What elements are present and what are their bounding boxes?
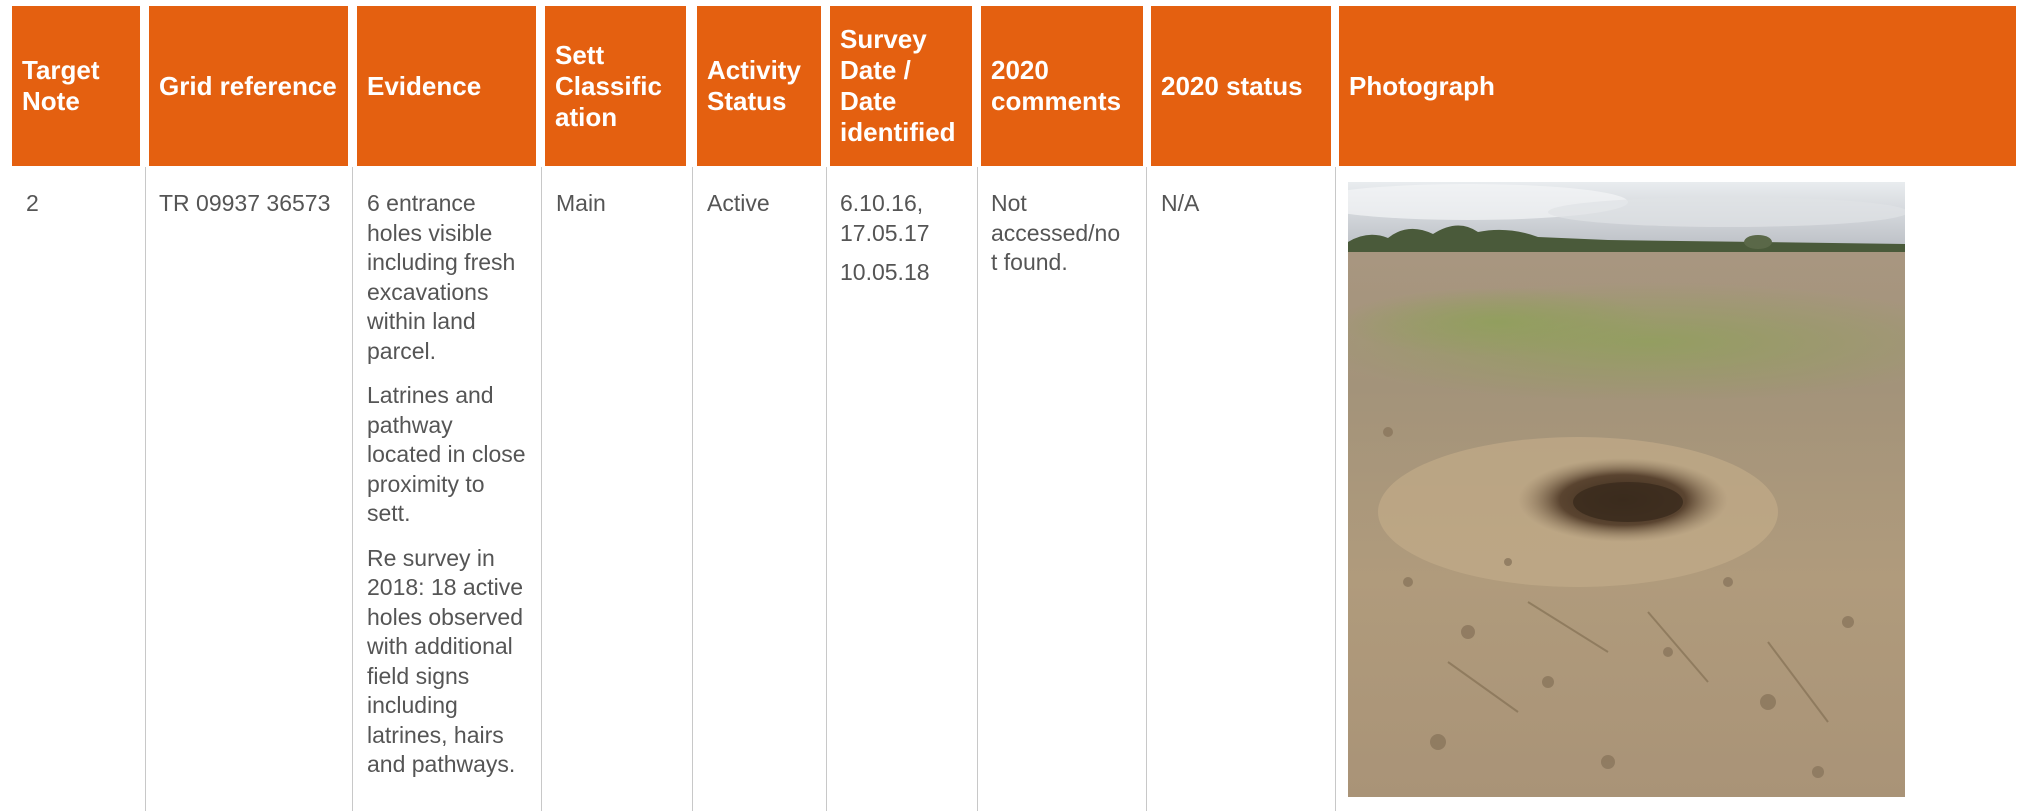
column-divider xyxy=(541,167,542,811)
header-activity-status-label: Activity Status xyxy=(707,55,801,116)
target-note-value: 2 xyxy=(26,190,39,216)
evidence-paragraph: Re survey in 2018: 18 active holes obser… xyxy=(367,544,524,778)
survey-date-value: 6.10.16, 17.05.17 xyxy=(840,190,930,246)
evidence-paragraph: 6 entrance holes visible including fresh… xyxy=(367,190,516,364)
cell-activity-status: Active xyxy=(697,167,825,811)
badger-sett-photograph xyxy=(1348,182,1905,797)
header-target-note: Target Note xyxy=(12,6,140,166)
cell-2020-comments: Not accessed/no t found. xyxy=(981,167,1131,811)
cell-grid-reference: TR 09937 36573 xyxy=(149,167,353,811)
header-2020-comments: 2020 comments xyxy=(981,6,1143,166)
header-sett-classification-label: Sett Classific ation xyxy=(555,39,662,132)
cell-evidence: 6 entrance holes visible including fresh… xyxy=(357,167,539,811)
survey-date-value: 10.05.18 xyxy=(840,259,930,285)
header-photograph-label: Photograph xyxy=(1349,70,1495,101)
header-2020-status: 2020 status xyxy=(1151,6,1331,166)
column-divider xyxy=(1335,167,1336,811)
sett-classification-value: Main xyxy=(556,190,606,216)
evidence-paragraph: Latrines and pathway located in close pr… xyxy=(367,382,526,526)
column-divider xyxy=(692,167,693,811)
cell-target-note: 2 xyxy=(16,167,144,811)
column-divider xyxy=(826,167,827,811)
header-evidence-label: Evidence xyxy=(367,70,482,101)
column-divider xyxy=(145,167,146,811)
column-divider xyxy=(977,167,978,811)
header-grid-reference: Grid reference xyxy=(149,6,348,166)
header-survey-date-label: Survey Date / Date identified xyxy=(840,24,956,147)
header-2020-status-label: 2020 status xyxy=(1161,70,1303,101)
header-grid-reference-label: Grid reference xyxy=(159,70,337,101)
header-target-note-label: Target Note xyxy=(22,55,100,116)
header-2020-comments-label: 2020 comments xyxy=(991,55,1122,116)
grid-reference-value: TR 09937 36573 xyxy=(159,190,331,216)
activity-status-value: Active xyxy=(707,190,770,216)
header-sett-classification: Sett Classific ation xyxy=(545,6,686,166)
status-2020-value: N/A xyxy=(1161,190,1200,216)
header-activity-status: Activity Status xyxy=(697,6,821,166)
header-evidence: Evidence xyxy=(357,6,536,166)
column-divider xyxy=(1146,167,1147,811)
cell-sett-classification: Main xyxy=(546,167,690,811)
header-photograph: Photograph xyxy=(1339,6,2016,166)
cell-survey-date: 6.10.16, 17.05.17 10.05.18 xyxy=(830,167,976,811)
header-survey-date: Survey Date / Date identified xyxy=(830,6,972,166)
comments-2020-value: Not accessed/no t found. xyxy=(991,190,1121,275)
cell-2020-status: N/A xyxy=(1151,167,1333,811)
